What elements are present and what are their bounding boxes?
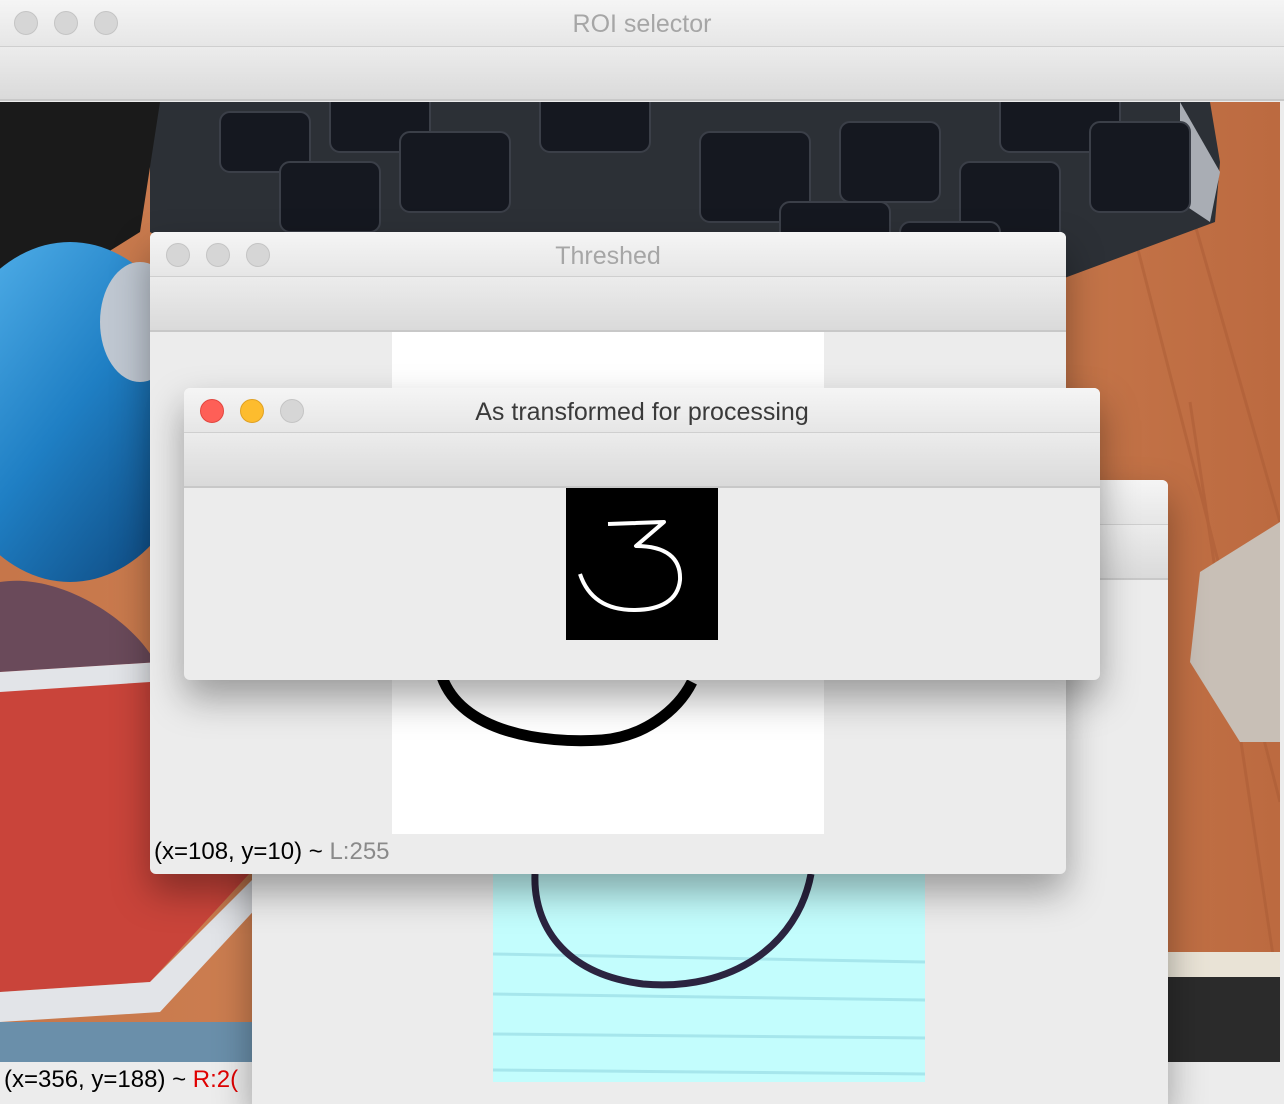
transformed-window: As transformed for processing 3 [184,388,1100,680]
transformed-toolbar [184,433,1100,488]
threshed-window-title: Threshed [555,242,661,270]
transformed-titlebar[interactable]: As transformed for processing [184,388,1100,433]
roi-toolbar [0,47,1284,101]
roi-status-value: R:2( [192,1066,239,1093]
crop-image[interactable] [493,874,925,1082]
digit-label: 3 [639,570,645,581]
threshed-titlebar[interactable]: Threshed [150,232,1066,277]
roi-titlebar[interactable]: ROI selector [0,0,1284,47]
threshed-status-bar: (x=108, y=10) ~ L:255 [154,838,390,866]
threshed-status-coords: (x=108, y=10) ~ [154,838,330,865]
threshed-toolbar [150,277,1066,332]
roi-status-coords: (x=356, y=188) ~ [4,1066,193,1093]
threshed-status-value: L:255 [329,838,390,865]
roi-window-title: ROI selector [572,10,712,38]
digit-image[interactable]: 3 [566,488,718,640]
transformed-window-title: As transformed for processing [475,398,809,426]
roi-status-bar: (x=356, y=188) ~ R:2( [4,1066,238,1094]
